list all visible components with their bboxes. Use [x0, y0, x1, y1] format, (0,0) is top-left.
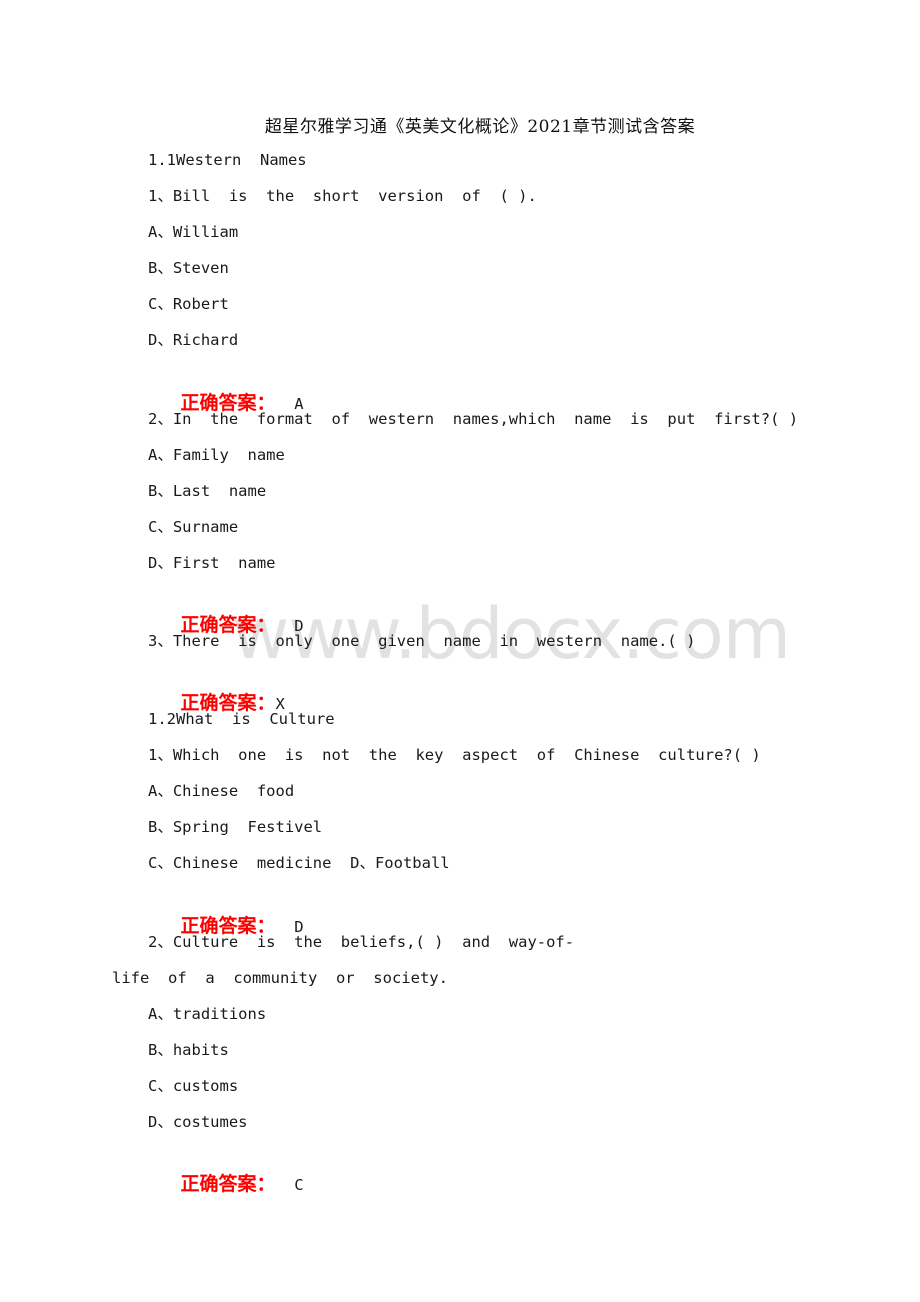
question-text-line2: life of a community or society. — [112, 969, 448, 987]
question-text-line1: 2、Culture is the beliefs,( ) and way-of- — [148, 933, 575, 951]
option-c-d: C、Chinese medicine D、Football — [148, 854, 450, 872]
option-c: C、customs — [148, 1077, 239, 1095]
option-b: B、habits — [148, 1041, 229, 1059]
correct-answer: 正确答案： C — [150, 1148, 304, 1221]
answer-value: C — [275, 1176, 304, 1194]
option-c: C、Surname — [148, 518, 239, 536]
section-heading: 1.2What is Culture — [148, 710, 335, 728]
question-text: 1、Which one is not the key aspect of Chi… — [148, 746, 761, 764]
question-text: 1、Bill is the short version of ( ). — [148, 187, 537, 205]
option-d: D、costumes — [148, 1113, 248, 1131]
question-text: 2、In the format of western names,which n… — [148, 410, 799, 428]
section-heading: 1.1Western Names — [148, 151, 307, 169]
option-b: B、Steven — [148, 259, 229, 277]
option-a: A、Family name — [148, 446, 285, 464]
correct-answer: 正确答案：X — [150, 667, 285, 740]
correct-answer: 正确答案： A — [150, 367, 304, 440]
option-b: B、Last name — [148, 482, 267, 500]
option-a: A、William — [148, 223, 239, 241]
option-b: B、Spring Festivel — [148, 818, 323, 836]
answer-label: 正确答案： — [180, 1173, 276, 1195]
document-title: 超星尔雅学习通《英美文化概论》2021章节测试含答案 — [264, 117, 696, 137]
document-page: www.bdocx.com 超星尔雅学习通《英美文化概论》2021章节测试含答案… — [0, 0, 920, 1302]
question-text: 3、There is only one given name in wester… — [148, 632, 696, 650]
option-d: D、Richard — [148, 331, 239, 349]
correct-answer: 正确答案： D — [150, 589, 304, 662]
correct-answer: 正确答案： D — [150, 890, 304, 963]
option-a: A、Chinese food — [148, 782, 295, 800]
option-a: A、traditions — [148, 1005, 267, 1023]
option-c: C、Robert — [148, 295, 229, 313]
option-d: D、First name — [148, 554, 276, 572]
